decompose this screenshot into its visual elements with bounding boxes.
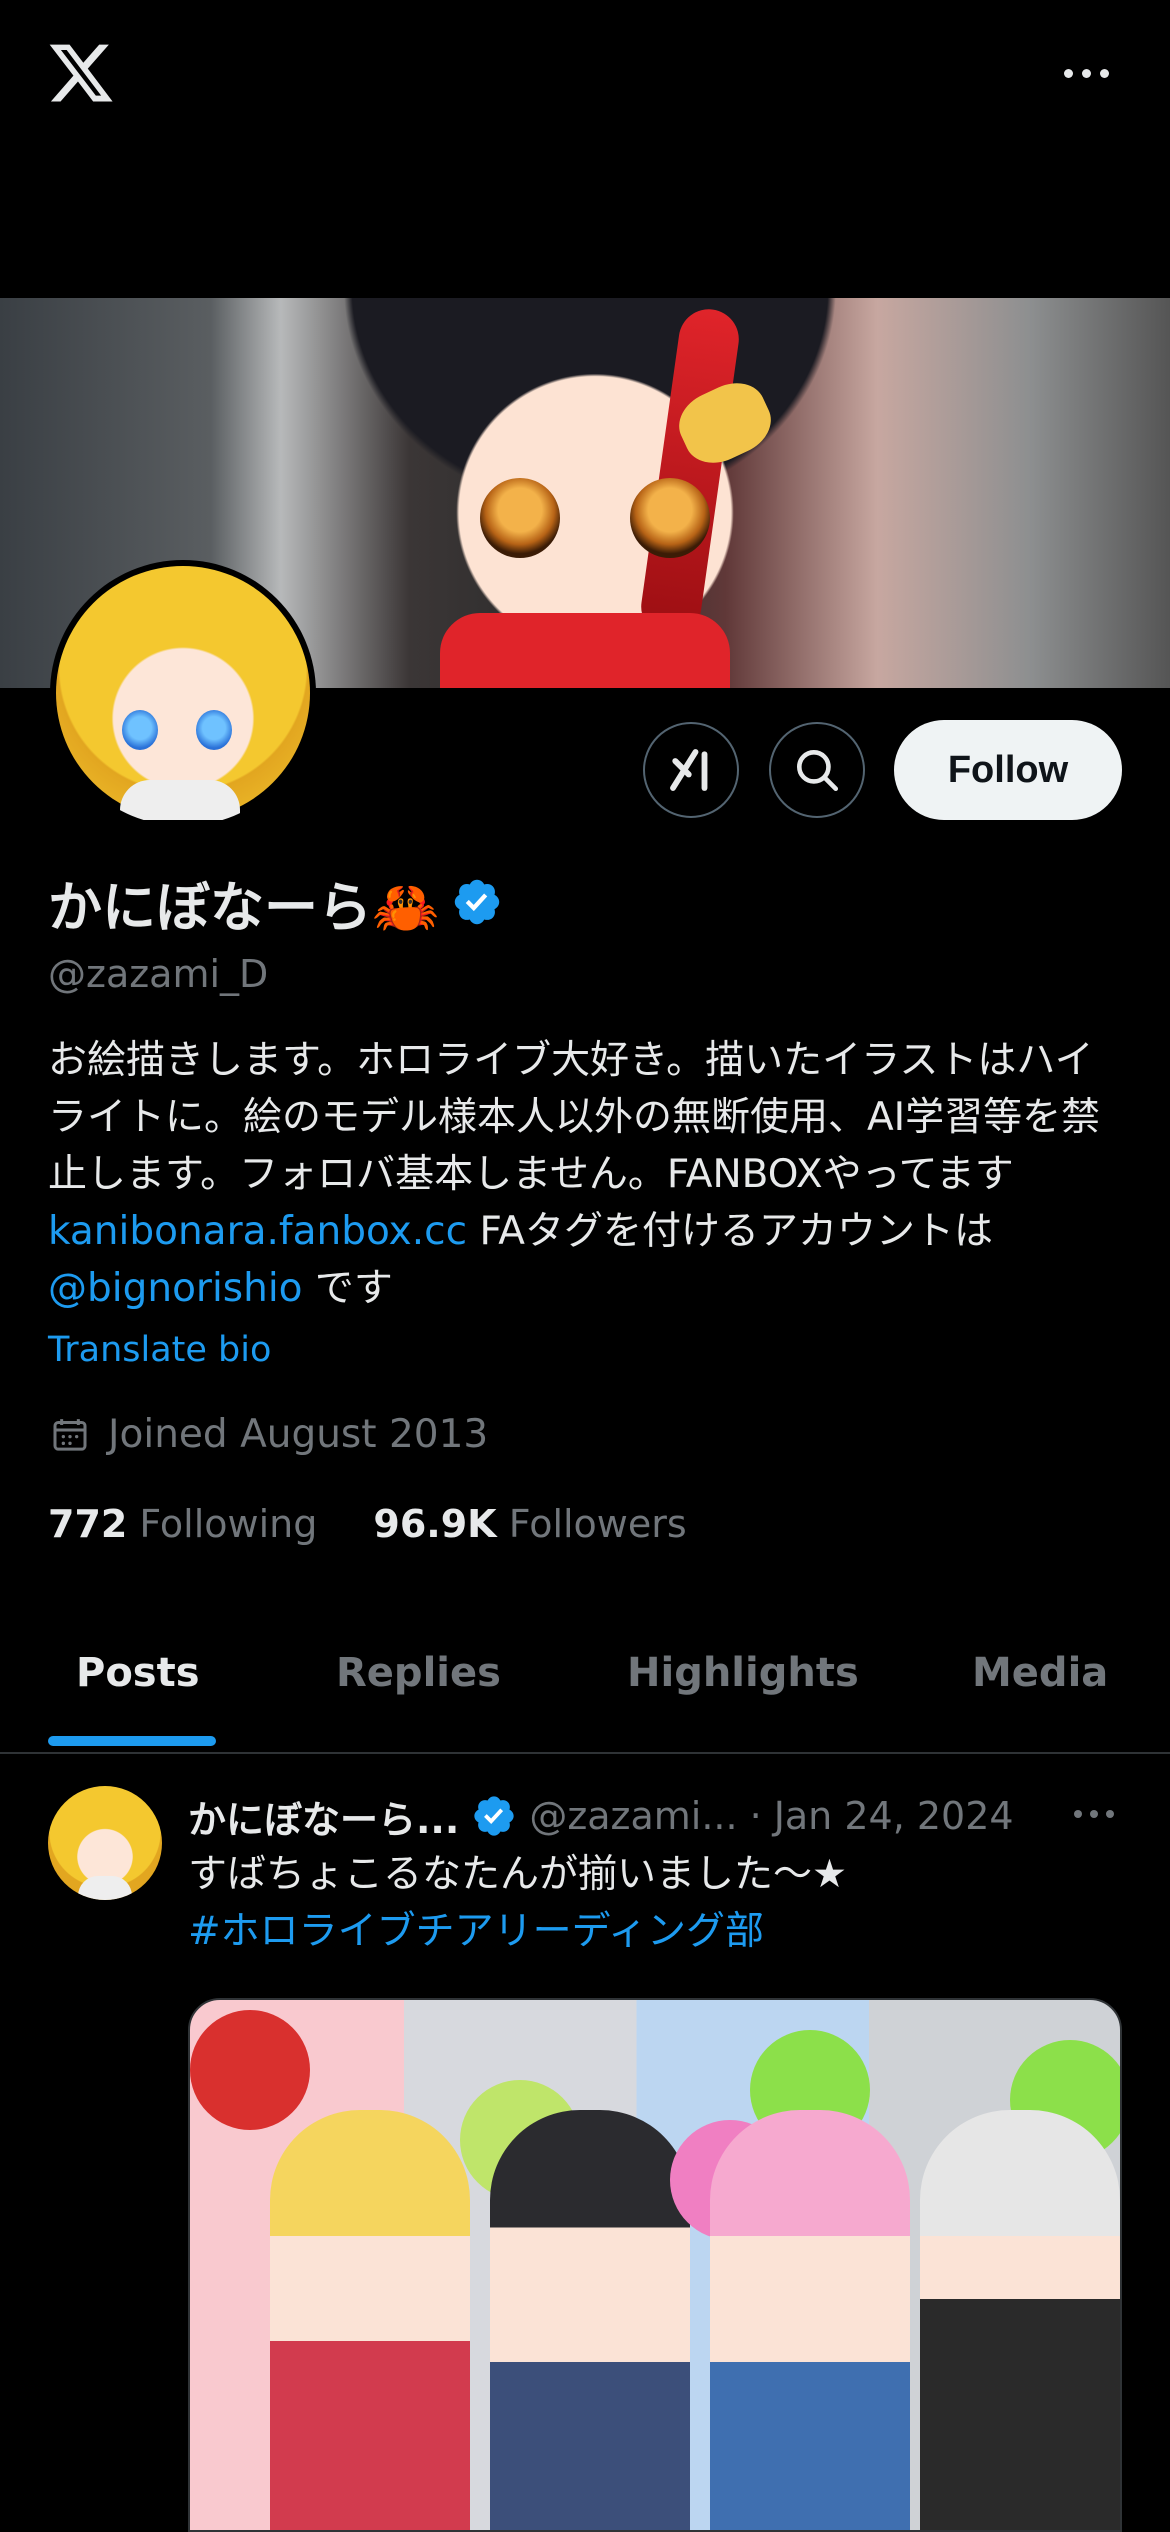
followers-link[interactable]: 96.9K Followers xyxy=(373,1502,686,1546)
post-author-name[interactable]: かにぼなーら... xyxy=(188,1789,459,1844)
post-author-handle[interactable]: @zazami... xyxy=(529,1794,737,1838)
follow-button[interactable]: Follow xyxy=(894,720,1122,820)
translate-bio-link[interactable]: Translate bio xyxy=(48,1330,271,1370)
fanbox-link[interactable]: kanibonara.fanbox.cc xyxy=(48,1209,467,1254)
verified-badge-icon xyxy=(474,1796,514,1836)
x-logo-icon[interactable] xyxy=(46,38,116,108)
bio-text: FAタグを付けるアカウントは xyxy=(467,1209,993,1254)
profile-bio: お絵描きします。ホロライブ大好き。描いたイラストはハイライトに。絵のモデル様本人… xyxy=(48,1032,1128,1317)
display-name: かにぼなーら🦀 xyxy=(48,875,440,939)
tab-highlights[interactable]: Highlights xyxy=(627,1650,859,1696)
joined-text: Joined August 2013 xyxy=(108,1412,489,1457)
post-header: かにぼなーら... @zazami... · Jan 24, 2024 xyxy=(188,1786,1138,1846)
followers-count: 96.9K xyxy=(373,1502,497,1546)
joined-date: Joined August 2013 xyxy=(50,1412,488,1457)
grok-button[interactable] xyxy=(643,722,739,818)
post-date[interactable]: Jan 24, 2024 xyxy=(774,1794,1014,1838)
post-avatar[interactable] xyxy=(48,1786,162,1900)
post-hashtag-link[interactable]: #ホロライブチアリーディング部 xyxy=(188,1903,1148,1960)
tab-replies[interactable]: Replies xyxy=(336,1650,501,1696)
calendar-icon xyxy=(53,1418,87,1451)
profile-handle: @zazami_D xyxy=(48,952,269,996)
post-more-icon[interactable] xyxy=(1074,1810,1114,1818)
tab-posts[interactable]: Posts xyxy=(76,1650,200,1696)
profile-avatar[interactable] xyxy=(50,560,316,826)
following-link[interactable]: 772 Following xyxy=(48,1502,317,1546)
followers-label: Followers xyxy=(508,1502,687,1546)
more-options-icon[interactable] xyxy=(1058,58,1114,88)
search-icon xyxy=(797,750,839,792)
following-label: Following xyxy=(139,1502,318,1546)
top-bar xyxy=(0,0,1170,300)
grok-icon xyxy=(670,749,708,791)
verified-badge-icon[interactable] xyxy=(451,876,503,928)
separator-dot: · xyxy=(749,1794,762,1838)
profile-tabs: Posts Replies Highlights Media xyxy=(0,1620,1170,1754)
tab-media[interactable]: Media xyxy=(972,1650,1108,1696)
bio-text: お絵描きします。ホロライブ大好き。描いたイラストはハイライトに。絵のモデル様本人… xyxy=(48,1038,1101,1197)
follow-stats: 772 Following 96.9K Followers xyxy=(48,1502,687,1546)
post-media-image[interactable] xyxy=(188,1998,1122,2532)
mention-link[interactable]: @bignorishio xyxy=(48,1266,303,1311)
post-text-line: すばちょこるなたんが揃いました〜★ xyxy=(188,1852,847,1897)
search-button[interactable] xyxy=(769,722,865,818)
post-text: すばちょこるなたんが揃いました〜★ #ホロライブチアリーディング部 xyxy=(188,1846,1148,1960)
active-tab-indicator xyxy=(48,1736,216,1746)
bio-text: です xyxy=(302,1266,393,1311)
following-count: 772 xyxy=(48,1502,128,1546)
profile-name-row: かにぼなーら🦀 xyxy=(48,862,503,942)
